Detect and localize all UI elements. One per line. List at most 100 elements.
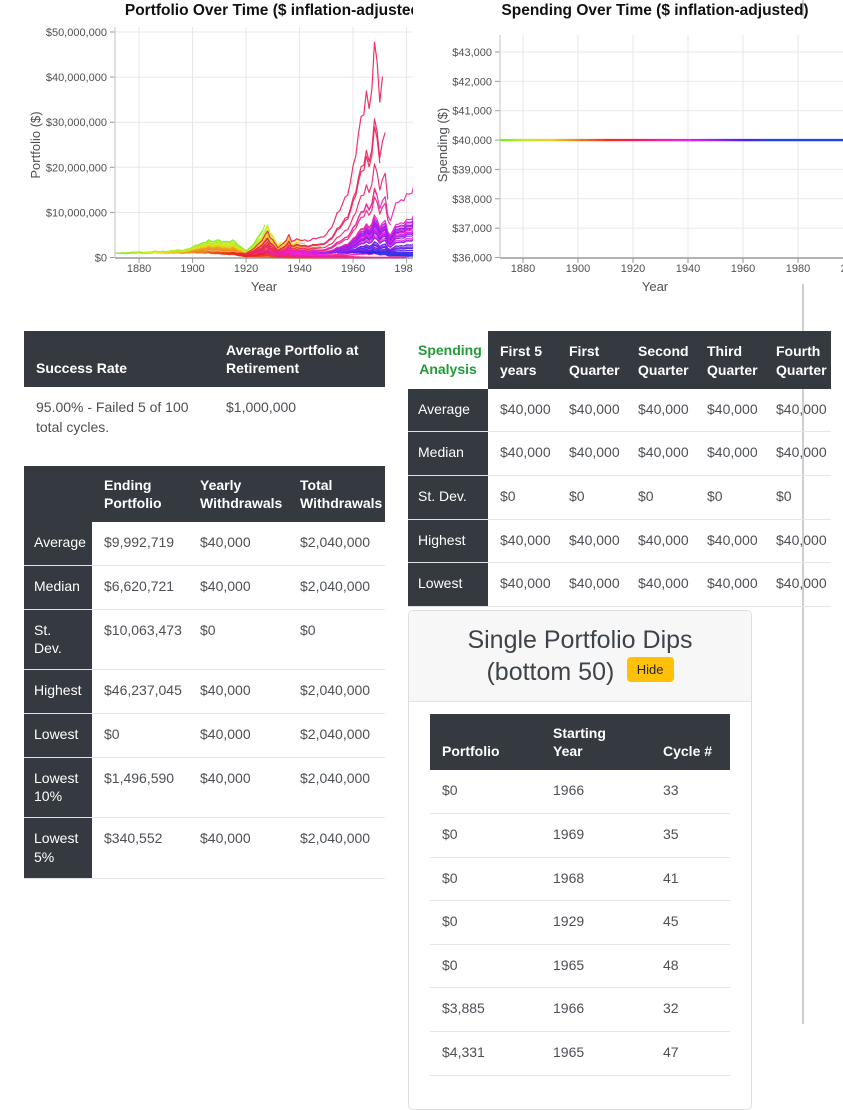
header-cell: Total Withdrawals [288, 466, 385, 522]
y-tick-label: $40,000,000 [46, 72, 107, 84]
dips-card-body: PortfolioStarting YearCycle #$0196633$01… [409, 702, 751, 1088]
hide-button[interactable]: Hide [627, 657, 674, 682]
success-rate-grid: Success RateAverage Portfolio at Retirem… [24, 331, 385, 450]
cell: $0 [430, 813, 541, 857]
cell: $40,000 [626, 432, 695, 476]
table-row: $0196935 [430, 813, 730, 857]
x-tick-label: 1940 [287, 263, 311, 275]
x-tick-label: 1920 [621, 263, 645, 275]
header-cell: Success Rate [24, 331, 214, 387]
x-tick-label: 1960 [731, 263, 755, 275]
portfolio-xaxis-label: Year [251, 279, 278, 294]
row-label: Average [24, 522, 92, 565]
table-row: Lowest 10%$1,496,590$40,000$2,040,000 [24, 757, 385, 818]
cell: 1969 [541, 813, 651, 857]
cell: $0 [557, 475, 626, 519]
x-tick-label: 1980 [394, 263, 413, 275]
cell: 1965 [541, 1031, 651, 1075]
cell: $40,000 [626, 519, 695, 563]
cell: 45 [651, 901, 730, 945]
table-row: $0196548 [430, 944, 730, 988]
header-cell: Second Quarter [626, 331, 695, 389]
y-tick-label: $43,000 [452, 47, 492, 59]
cell: $0 [430, 857, 541, 901]
cell: $40,000 [557, 563, 626, 607]
cell: 33 [651, 770, 730, 813]
cell: $340,552 [92, 818, 188, 879]
header-cell: Cycle # [651, 714, 730, 770]
row-label: Lowest [408, 563, 488, 607]
y-tick-label: $41,000 [452, 106, 492, 118]
cell: 1966 [541, 770, 651, 813]
y-tick-label: $40,000 [452, 135, 492, 147]
cell: $9,992,719 [92, 522, 188, 565]
y-tick-label: $10,000,000 [46, 207, 107, 219]
header-cell: Portfolio [430, 714, 541, 770]
cell: $40,000 [695, 389, 764, 432]
cell: $0 [188, 609, 288, 670]
row-label: Median [408, 432, 488, 476]
cell: $40,000 [626, 389, 695, 432]
cell: $40,000 [488, 389, 557, 432]
row-label: St. Dev. [408, 475, 488, 519]
cell: 1966 [541, 988, 651, 1032]
cell: $40,000 [557, 519, 626, 563]
spending-analysis-link[interactable]: Spending Analysis [408, 331, 488, 389]
header-cell: Fourth Quarter [764, 331, 831, 389]
spending-analysis-table: Spending AnalysisFirst 5 yearsFirst Quar… [408, 331, 831, 607]
row-label: Lowest 10% [24, 757, 92, 818]
header-cell: Ending Portfolio [92, 466, 188, 522]
dips-table: PortfolioStarting YearCycle #$0196633$01… [430, 714, 730, 1076]
cell: $2,040,000 [288, 670, 385, 714]
spending-yaxis-label: Spending ($) [435, 108, 450, 182]
cell: $40,000 [764, 563, 831, 607]
cell: $40,000 [695, 519, 764, 563]
row-label: Median [24, 565, 92, 609]
cell: $40,000 [695, 563, 764, 607]
cell: $10,063,473 [92, 609, 188, 670]
cell: $0 [430, 901, 541, 945]
cell: $40,000 [557, 389, 626, 432]
y-tick-label: $20,000,000 [46, 162, 107, 174]
table-row: $0196841 [430, 857, 730, 901]
y-tick-label: $50,000,000 [46, 27, 107, 39]
cell: $6,620,721 [92, 565, 188, 609]
cell: $3,885 [430, 988, 541, 1032]
table-row: St. Dev.$0$0$0$0$0 [408, 475, 831, 519]
table-row: Average$40,000$40,000$40,000$40,000$40,0… [408, 389, 831, 432]
cell: $0 [288, 609, 385, 670]
header-cell: Third Quarter [695, 331, 764, 389]
cell: $40,000 [488, 432, 557, 476]
row-label: St. Dev. [24, 609, 92, 670]
row-label: Lowest [24, 713, 92, 757]
cell: $40,000 [488, 563, 557, 607]
table-row: Lowest$40,000$40,000$40,000$40,000$40,00… [408, 563, 831, 607]
table-row: Lowest$0$40,000$2,040,000 [24, 713, 385, 757]
cell: 48 [651, 944, 730, 988]
header-cell: First 5 years [488, 331, 557, 389]
table-row: Median$6,620,721$40,000$2,040,000 [24, 565, 385, 609]
x-tick-label: 1940 [676, 263, 700, 275]
cell: $1,000,000 [214, 387, 385, 449]
cell: $40,000 [764, 519, 831, 563]
dips-card-header: Single Portfolio Dips (bottom 50) Hide [409, 611, 751, 702]
row-label: Lowest 5% [24, 818, 92, 879]
cell: $0 [695, 475, 764, 519]
table-row: $4,331196547 [430, 1031, 730, 1075]
y-tick-label: $30,000,000 [46, 117, 107, 129]
cell: $0 [430, 770, 541, 813]
spending-xaxis-label: Year [642, 279, 669, 294]
spending-over-time-chart: $36,000$37,000$38,000$39,000$40,000$41,0… [420, 0, 843, 300]
cell: $2,040,000 [288, 818, 385, 879]
cell: 32 [651, 988, 730, 1032]
x-tick-label: 1900 [566, 263, 590, 275]
cell: $2,040,000 [288, 522, 385, 565]
table-row: Median$40,000$40,000$40,000$40,000$40,00… [408, 432, 831, 476]
table-row: St. Dev.$10,063,473$0$0 [24, 609, 385, 670]
table-row: 95.00% - Failed 5 of 100 total cycles.$1… [24, 387, 385, 449]
cell: $2,040,000 [288, 713, 385, 757]
table-row: Highest$40,000$40,000$40,000$40,000$40,0… [408, 519, 831, 563]
cell: $40,000 [188, 757, 288, 818]
header-cell: First Quarter [557, 331, 626, 389]
cell: $40,000 [626, 563, 695, 607]
